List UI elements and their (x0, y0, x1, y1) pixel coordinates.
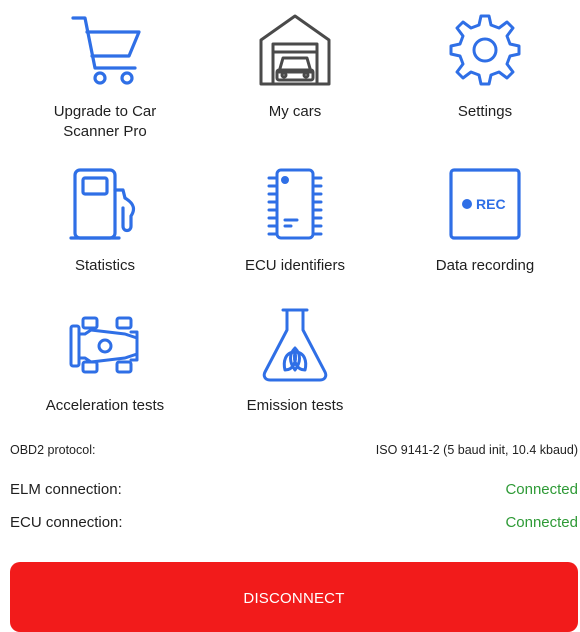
data-recording-label: Data recording (435, 257, 535, 274)
ecu-identifiers-label: ECU identifiers (244, 257, 346, 274)
rec-badge-text: REC (476, 196, 506, 212)
acceleration-tests-tile[interactable]: Acceleration tests (10, 304, 200, 416)
emission-tests-tile[interactable]: Emission tests (200, 304, 390, 416)
settings-label: Settings (457, 103, 513, 120)
elm-connection-label: ELM connection: (10, 481, 122, 498)
ecu-connection-row: ECU connection: Connected (10, 514, 578, 531)
shopping-cart-icon (65, 10, 145, 90)
elm-connection-status: Connected (505, 481, 578, 498)
garage-icon (255, 10, 335, 90)
fuel-pump-icon (65, 164, 145, 244)
statistics-tile[interactable]: Statistics (10, 164, 200, 276)
rec-icon: REC (445, 164, 525, 244)
statistics-label: Statistics (74, 257, 135, 274)
upgrade-pro-label: Upgrade to Car Scanner Pro (53, 103, 157, 140)
my-cars-label: My cars (268, 103, 322, 120)
data-recording-tile[interactable]: REC Data recording (390, 164, 580, 276)
race-car-icon (65, 304, 145, 384)
gear-icon (445, 10, 525, 90)
flask-leaf-icon (255, 304, 335, 384)
obd2-protocol-value: ISO 9141-2 (5 baud init, 10.4 kbaud) (375, 443, 578, 457)
upgrade-pro-tile[interactable]: Upgrade to Car Scanner Pro (10, 10, 200, 142)
elm-connection-row: ELM connection: Connected (10, 481, 578, 498)
settings-tile[interactable]: Settings (390, 10, 580, 122)
emission-tests-label: Emission tests (246, 397, 344, 414)
my-cars-tile[interactable]: My cars (200, 10, 390, 122)
obd2-protocol-label: OBD2 protocol: (10, 443, 96, 457)
ecu-identifiers-tile[interactable]: ECU identifiers (200, 164, 390, 276)
acceleration-tests-label: Acceleration tests (45, 397, 165, 414)
obd2-protocol-row: OBD2 protocol: ISO 9141-2 (5 baud init, … (10, 443, 578, 457)
ecu-connection-status: Connected (505, 514, 578, 531)
chip-icon (255, 164, 335, 244)
disconnect-button[interactable]: DISCONNECT (10, 562, 578, 632)
ecu-connection-label: ECU connection: (10, 514, 123, 531)
